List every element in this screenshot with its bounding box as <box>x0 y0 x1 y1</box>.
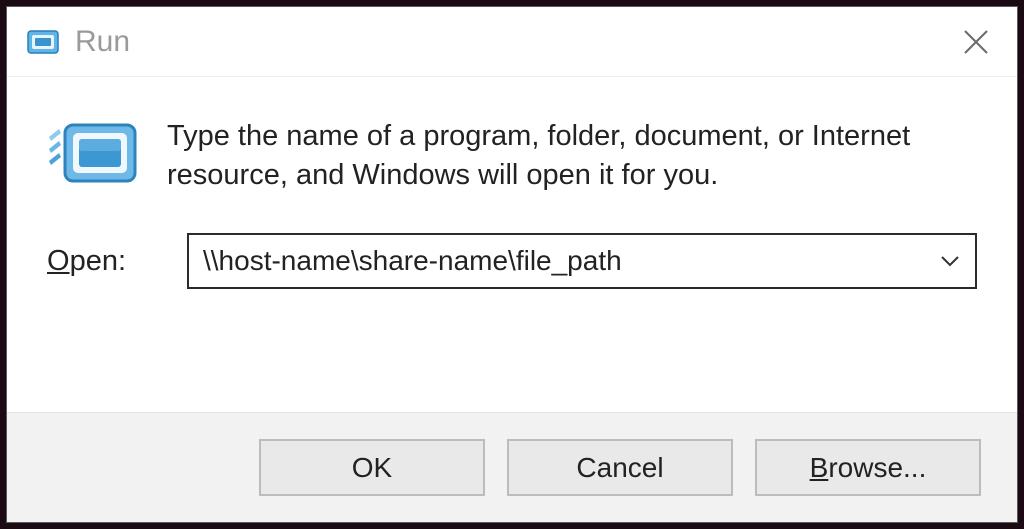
chevron-down-icon[interactable] <box>939 250 961 272</box>
description-row: Type the name of a program, folder, docu… <box>47 117 977 195</box>
window-title: Run <box>75 25 953 59</box>
description-text: Type the name of a program, folder, docu… <box>167 117 977 195</box>
close-button[interactable] <box>953 19 999 65</box>
button-bar: OK Cancel Browse... <box>7 412 1017 522</box>
run-icon <box>27 27 61 57</box>
open-label: Open: <box>47 245 157 278</box>
titlebar: Run <box>7 7 1017 77</box>
run-large-icon <box>47 119 139 191</box>
open-combobox[interactable] <box>187 233 977 289</box>
open-row: Open: <box>47 233 977 289</box>
ok-button[interactable]: OK <box>259 439 485 496</box>
dialog-body: Type the name of a program, folder, docu… <box>7 77 1017 412</box>
run-dialog: Run <box>6 6 1018 523</box>
cancel-button[interactable]: Cancel <box>507 439 733 496</box>
open-input[interactable] <box>189 235 975 287</box>
browse-button[interactable]: Browse... <box>755 439 981 496</box>
